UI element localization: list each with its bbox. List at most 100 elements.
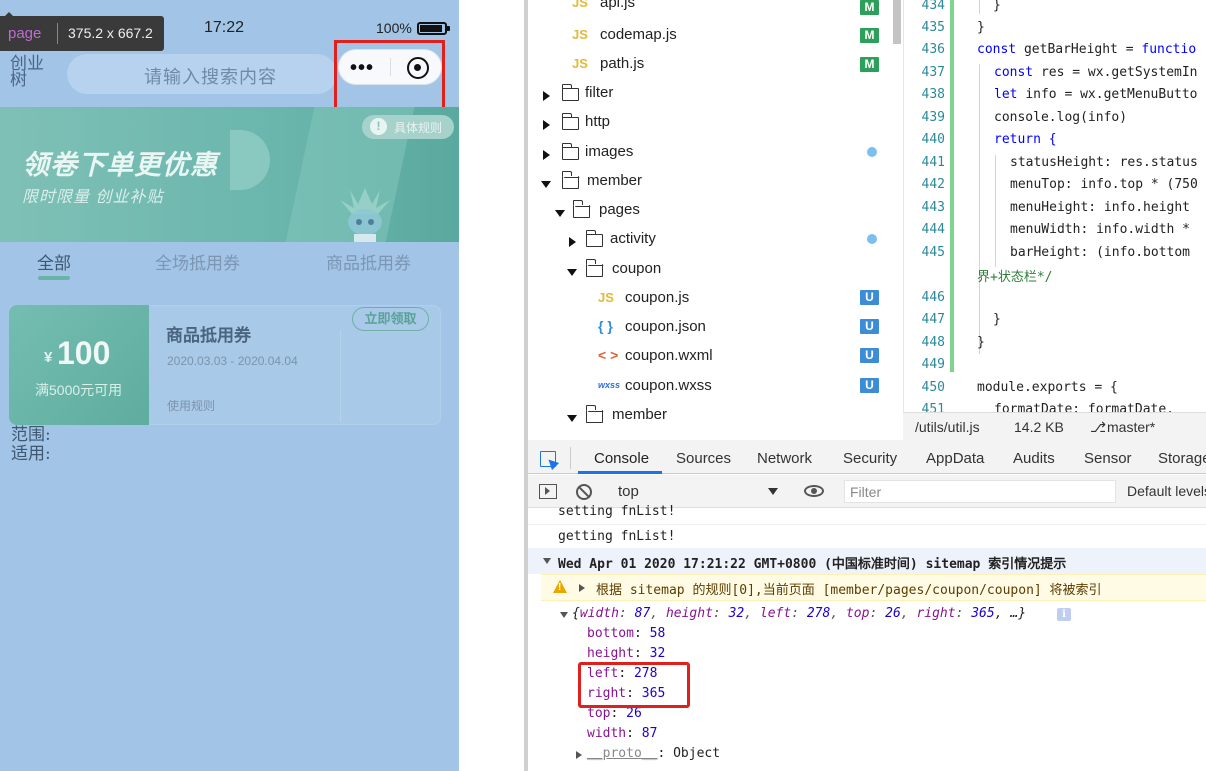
preview-value: 87 [634, 606, 651, 621]
property-key: width [587, 726, 627, 741]
code-line: formatDate: formatDate, [994, 402, 1175, 412]
indent-guide [979, 0, 980, 14]
tree-item-label: api.js [600, 0, 636, 11]
tab-storage[interactable]: Storage [1158, 450, 1206, 467]
status-git-branch[interactable]: master* [1107, 419, 1155, 435]
git-untracked-badge: U [860, 348, 879, 363]
brace: { [572, 606, 580, 621]
preview-value: 32 [728, 606, 745, 621]
line-number: 435 [921, 20, 945, 35]
filter-placeholder: Filter [850, 484, 882, 500]
wxss-file-icon: wxss [598, 380, 621, 390]
status-bar-time: 17:22 [204, 19, 245, 36]
editor-status-bar: /utils/util.js 14.2 KB ⎇ master* [903, 412, 1206, 440]
line-number: 449 [921, 357, 945, 372]
code-line: const getBarHeight = functio [977, 42, 1196, 57]
code-line: statusHeight: res.status [1010, 155, 1198, 170]
folder-open-icon [585, 259, 603, 277]
folder-icon [561, 113, 579, 130]
context-selector[interactable]: top [618, 483, 639, 500]
info-icon[interactable]: i [1057, 608, 1071, 621]
search-placeholder: 请输入搜索内容 [144, 67, 277, 87]
log-levels-dropdown[interactable]: Default levels [1127, 483, 1206, 499]
folder-icon [561, 84, 579, 101]
panel-gap [459, 0, 527, 771]
collapse-arrow-icon[interactable] [555, 210, 565, 217]
tooltip-tag-name: page [8, 25, 42, 42]
expand-arrow-icon[interactable] [579, 584, 585, 592]
console-filter-input[interactable] [844, 480, 1116, 503]
line-number: 434 [921, 0, 945, 13]
keyword: let [994, 87, 1018, 102]
preview-tail: , …} [994, 606, 1027, 621]
object-property: bottom: 58 [587, 626, 666, 641]
rules-button-label: 具体规则 [394, 121, 443, 135]
status-file-path[interactable]: /utils/util.js [915, 419, 980, 435]
line-number: 444 [921, 222, 945, 237]
object-preview[interactable]: {width: 87, height: 32, left: 278, top: … [572, 606, 1026, 621]
tree-item-label: member [612, 406, 668, 423]
tree-item-label: filter [585, 84, 614, 101]
line-number: 439 [921, 110, 945, 125]
tab-sensor[interactable]: Sensor [1084, 450, 1132, 467]
code-line: console.log(info) [994, 110, 1128, 125]
tab-product-coupon[interactable]: 商品抵用券 [326, 249, 411, 274]
collapse-arrow-icon[interactable] [567, 415, 577, 422]
git-untracked-badge: U [860, 378, 879, 393]
file-tree-scrollbar[interactable] [893, 0, 901, 44]
scope-label: 适用: [11, 444, 51, 464]
collapse-arrow-icon[interactable] [541, 181, 551, 188]
tab-audits[interactable]: Audits [1013, 450, 1055, 467]
line-number: 438 [921, 87, 945, 102]
folder-icon [585, 230, 603, 247]
tree-item-label: coupon.wxml [625, 347, 713, 364]
line-number: 441 [921, 155, 945, 170]
inspect-element-icon[interactable] [540, 451, 556, 467]
claim-coupon-button[interactable]: 立即领取 [352, 307, 429, 331]
collapse-object-icon[interactable] [560, 612, 568, 618]
tree-item-label: pages [599, 201, 640, 218]
coupon-divider [340, 330, 341, 422]
proto-value: : Object [657, 746, 721, 761]
left-right-highlight-box [578, 662, 690, 708]
collapse-arrow-icon[interactable] [567, 269, 577, 276]
active-tab-indicator [38, 276, 70, 280]
tree-item-label: coupon.js [625, 289, 690, 306]
preview-key: right [916, 606, 956, 621]
expand-arrow-icon[interactable] [543, 91, 550, 101]
line-number: 442 [921, 177, 945, 192]
collapse-group-icon[interactable] [543, 558, 551, 564]
expand-arrow-icon[interactable] [543, 120, 550, 130]
coupon-title: 商品抵用券 [166, 326, 251, 345]
chevron-down-icon[interactable] [768, 488, 778, 495]
tab-site-wide-coupon[interactable]: 全场抵用券 [155, 249, 240, 274]
code-text: info = wx.getMenuButto [1025, 87, 1198, 102]
git-untracked-badge: U [860, 319, 879, 334]
live-expression-eye-icon[interactable] [804, 485, 824, 497]
object-property: top: 26 [587, 706, 642, 721]
tab-appdata[interactable]: AppData [926, 450, 984, 467]
code-line: let info = wx.getMenuButto [994, 87, 1198, 102]
tab-network[interactable]: Network [757, 450, 812, 467]
js-file-icon: JS [572, 27, 588, 42]
expand-arrow-icon[interactable] [569, 237, 576, 247]
expand-proto-icon[interactable] [576, 751, 582, 759]
tab-sources[interactable]: Sources [676, 450, 731, 467]
git-change-dot [867, 147, 877, 157]
show-sidebar-icon[interactable] [539, 484, 557, 499]
expand-arrow-icon[interactable] [543, 150, 550, 160]
tab-all[interactable]: 全部 [37, 249, 71, 274]
js-file-icon: JS [572, 0, 588, 10]
tab-console[interactable]: Console [594, 450, 649, 467]
preview-key: width [579, 606, 619, 621]
code-line: menuWidth: info.width * [1010, 222, 1191, 237]
line-number: 447 [921, 312, 945, 327]
object-proto[interactable]: __proto__: Object [587, 746, 720, 761]
line-number: 440 [921, 132, 945, 147]
folder-open-icon [585, 405, 603, 423]
property-value: 87 [641, 726, 658, 741]
tab-security[interactable]: Security [843, 450, 897, 467]
coupon-rules-link[interactable]: 使用规则 [167, 397, 215, 414]
folder-icon [561, 143, 579, 160]
clear-console-icon[interactable] [576, 484, 592, 500]
